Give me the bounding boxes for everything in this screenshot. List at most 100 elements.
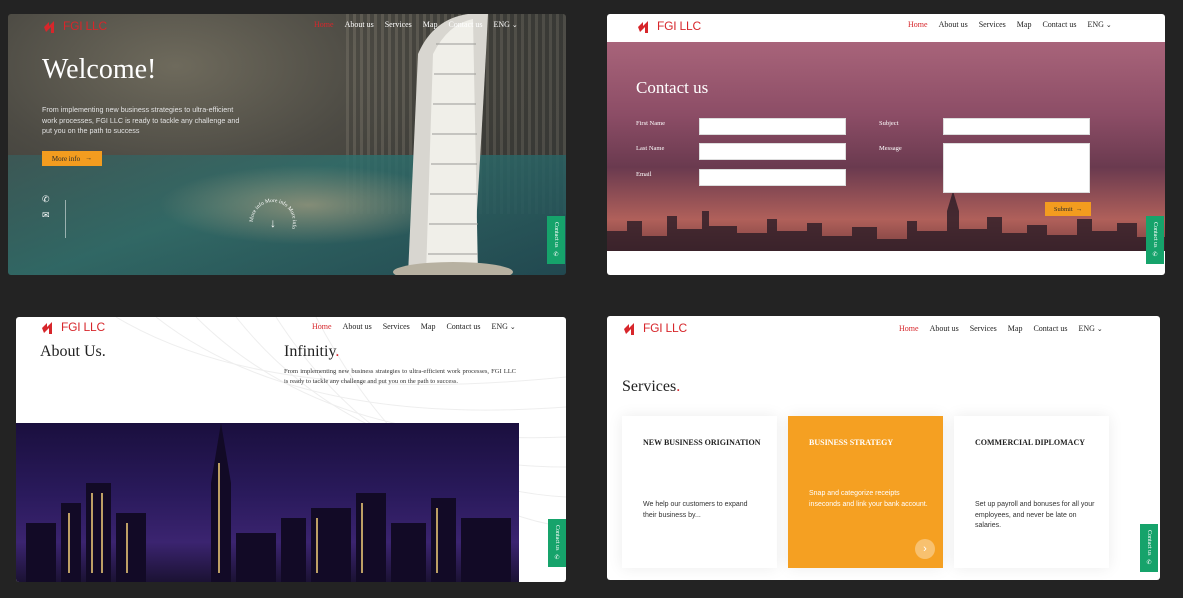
brand-name: FGI LLC xyxy=(657,19,701,33)
nav-about[interactable]: About us xyxy=(930,324,959,333)
submit-label: Submit xyxy=(1053,205,1073,213)
service-card-commercial-diplomacy[interactable]: COMMERCIAL DIPLOMACY Set up payroll and … xyxy=(954,416,1109,568)
nav-about[interactable]: About us xyxy=(345,20,374,29)
top-nav: Home About us Services Map Contact us EN… xyxy=(908,20,1112,29)
language-label: ENG xyxy=(493,20,510,29)
message-field[interactable] xyxy=(943,143,1090,193)
infinity-title: Infinitiy. xyxy=(284,343,339,361)
contact-tab-label: Contact us xyxy=(553,222,559,248)
language-selector[interactable]: ENG ⌄ xyxy=(1078,324,1102,333)
more-info-button[interactable]: More info → xyxy=(42,151,102,166)
nav-contact[interactable]: Contact us xyxy=(448,20,482,29)
nav-contact[interactable]: Contact us xyxy=(1042,20,1076,29)
language-selector[interactable]: ENG ⌄ xyxy=(493,20,517,29)
service-card-business-strategy[interactable]: BUSINESS STRATEGY Snap and categorize re… xyxy=(788,416,943,568)
about-body: From implementing new business strategie… xyxy=(284,368,516,385)
whatsapp-icon[interactable]: ✆ xyxy=(42,194,50,205)
nav-about[interactable]: About us xyxy=(343,322,372,331)
nav-services[interactable]: Services xyxy=(979,20,1006,29)
services-title: Services. xyxy=(622,378,680,396)
nav-map[interactable]: Map xyxy=(421,322,436,331)
nav-home[interactable]: Home xyxy=(312,322,332,331)
chevron-down-icon: ⌄ xyxy=(1096,325,1103,333)
divider xyxy=(65,200,66,238)
nav-services[interactable]: Services xyxy=(383,322,410,331)
chevron-right-icon[interactable]: › xyxy=(915,539,935,559)
brand-name: FGI LLC xyxy=(643,321,687,335)
contact-tab-label: Contact us xyxy=(1152,222,1158,248)
about-title: About Us. xyxy=(40,343,106,361)
nav-map[interactable]: Map xyxy=(1017,20,1032,29)
contact-us-side-tab[interactable]: Contact us ✆ xyxy=(548,519,566,567)
nav-map[interactable]: Map xyxy=(1008,324,1023,333)
more-info-label: More info xyxy=(51,154,81,163)
email-field[interactable] xyxy=(699,169,846,186)
fgi-logo-icon xyxy=(42,322,52,334)
night-skyline-image xyxy=(26,423,511,582)
contact-us-side-tab[interactable]: Contact us ✆ xyxy=(1146,216,1164,264)
welcome-page: FGI LLC Home About us Services Map Conta… xyxy=(8,14,566,275)
night-city-image xyxy=(16,423,519,582)
contact-title: Contact us xyxy=(636,78,709,97)
mail-icon[interactable]: ✉ xyxy=(42,210,50,221)
contact-page: FGI LLC Home About us Services Map Conta… xyxy=(607,14,1165,275)
service-card-body: Snap and categorize receipts inseconds a… xyxy=(809,490,928,508)
subject-label: Subject xyxy=(879,120,899,127)
contact-us-side-tab[interactable]: Contact us ✆ xyxy=(1140,524,1158,572)
language-label: ENG xyxy=(491,322,508,331)
nav-services[interactable]: Services xyxy=(385,20,412,29)
about-page: FGI LLC Home About us Services Map Conta… xyxy=(16,317,566,582)
nav-home[interactable]: Home xyxy=(908,20,928,29)
service-card-body: Set up payroll and bonuses for all your … xyxy=(975,501,1095,529)
top-nav: Home About us Services Map Contact us EN… xyxy=(314,20,518,29)
nav-contact[interactable]: Contact us xyxy=(446,322,480,331)
services-page: FGI LLC Home About us Services Map Conta… xyxy=(607,316,1160,580)
service-card-title: BUSINESS STRATEGY xyxy=(809,438,894,447)
chevron-down-icon: ⌄ xyxy=(511,21,518,29)
email-label: Email xyxy=(636,171,652,178)
fgi-logo-icon xyxy=(624,323,634,335)
services-title-dot: . xyxy=(676,378,681,395)
services-title-text: Services xyxy=(622,378,677,395)
nav-services[interactable]: Services xyxy=(970,324,997,333)
top-nav: Home About us Services Map Contact us EN… xyxy=(899,324,1103,333)
about-title-text: About Us xyxy=(40,343,102,360)
brand-name: FGI LLC xyxy=(63,19,107,33)
brand-name: FGI LLC xyxy=(61,320,105,334)
contact-us-side-tab[interactable]: Contact us ✆ xyxy=(547,216,565,264)
arrow-down-icon: ↓ xyxy=(270,216,276,230)
language-selector[interactable]: ENG ⌄ xyxy=(1087,20,1111,29)
logo[interactable]: FGI LLC xyxy=(42,18,107,34)
infinity-title-text: Infinitiy xyxy=(284,343,336,360)
last-name-field[interactable] xyxy=(699,143,846,160)
contact-tab-label: Contact us xyxy=(1146,530,1152,556)
first-name-field[interactable] xyxy=(699,118,846,135)
nav-map[interactable]: Map xyxy=(423,20,438,29)
fgi-logo-icon xyxy=(44,21,54,33)
nav-home[interactable]: Home xyxy=(314,20,334,29)
nav-home[interactable]: Home xyxy=(899,324,919,333)
welcome-title: Welcome! xyxy=(42,54,157,85)
contact-tab-label: Contact us xyxy=(554,525,560,551)
burj-al-arab-image xyxy=(393,14,513,275)
submit-button[interactable]: Submit → xyxy=(1045,202,1091,216)
service-card-title: NEW BUSINESS ORIGINATION xyxy=(643,438,761,447)
logo[interactable]: FGI LLC xyxy=(636,18,701,34)
scroll-down-button[interactable]: More info More info More info ↓ xyxy=(248,197,298,247)
subject-field[interactable] xyxy=(943,118,1090,135)
arrow-right-icon: → xyxy=(1075,205,1083,213)
language-selector[interactable]: ENG ⌄ xyxy=(491,322,515,331)
nav-contact[interactable]: Contact us xyxy=(1033,324,1067,333)
logo[interactable]: FGI LLC xyxy=(622,320,687,336)
chevron-down-icon: ⌄ xyxy=(509,323,516,331)
nav-about[interactable]: About us xyxy=(939,20,968,29)
last-name-label: Last Name xyxy=(636,145,665,152)
service-card-new-business[interactable]: NEW BUSINESS ORIGINATION We help our cus… xyxy=(622,416,777,568)
logo[interactable]: FGI LLC xyxy=(40,319,105,335)
whatsapp-icon: ✆ xyxy=(1146,559,1152,566)
language-label: ENG xyxy=(1078,324,1095,333)
service-card-body: We help our customers to expand their bu… xyxy=(643,501,748,519)
chevron-down-icon: ⌄ xyxy=(1105,21,1112,29)
whatsapp-icon: ✆ xyxy=(554,554,560,561)
language-label: ENG xyxy=(1087,20,1104,29)
